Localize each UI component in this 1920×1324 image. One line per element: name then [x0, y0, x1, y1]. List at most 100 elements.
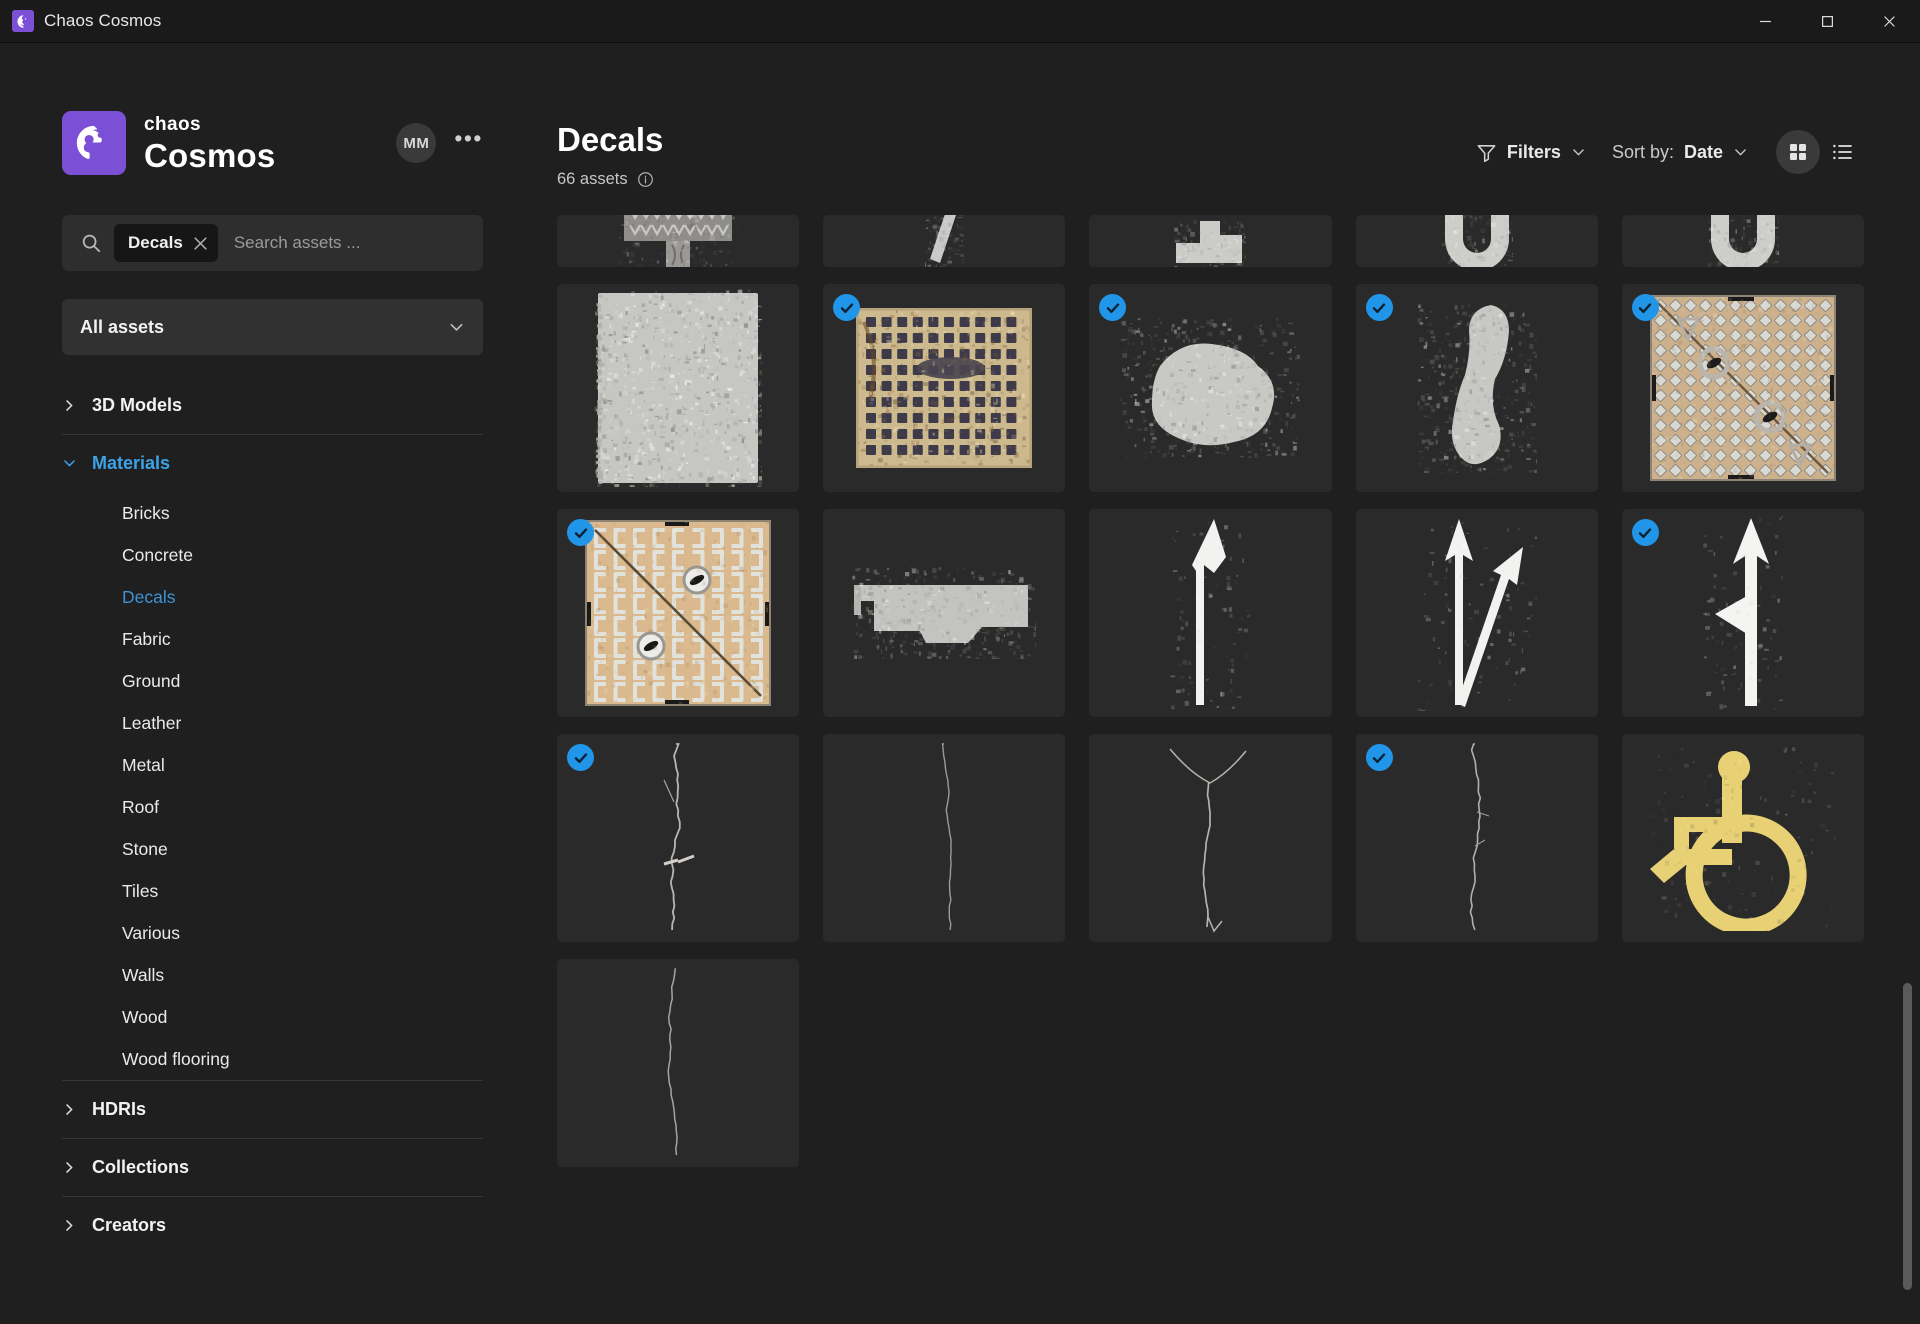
sidebar-item-various[interactable]: Various	[62, 912, 483, 954]
chevron-down-icon	[1571, 145, 1586, 160]
asset-card[interactable]	[557, 509, 799, 717]
selected-check-icon[interactable]	[1099, 294, 1126, 321]
sidebar-group-label: Collections	[92, 1157, 189, 1178]
scrollbar[interactable]	[1903, 215, 1912, 1312]
asset-grid-scroll[interactable]	[545, 43, 1920, 1324]
window-title: Chaos Cosmos	[44, 11, 161, 31]
asset-card[interactable]	[823, 509, 1065, 717]
info-icon[interactable]	[637, 171, 654, 188]
grid-view-button[interactable]	[1776, 130, 1820, 174]
chevron-right-icon	[62, 1160, 77, 1175]
sidebar-group-label: Creators	[92, 1215, 166, 1236]
asset-card[interactable]	[1622, 215, 1864, 267]
asset-card[interactable]	[1622, 509, 1864, 717]
sidebar: chaos Cosmos MM ••• Decals All assets	[0, 43, 545, 1324]
sidebar-item-tiles[interactable]: Tiles	[62, 870, 483, 912]
chevron-right-icon	[62, 398, 77, 413]
sidebar-item-walls[interactable]: Walls	[62, 954, 483, 996]
filters-button[interactable]: Filters	[1476, 142, 1586, 163]
chevron-right-icon	[62, 1218, 77, 1233]
filter-icon	[1476, 142, 1497, 163]
asset-scope-dropdown[interactable]: All assets	[62, 299, 483, 355]
selected-check-icon[interactable]	[1366, 744, 1393, 771]
selected-check-icon[interactable]	[567, 744, 594, 771]
brand-text: chaos Cosmos	[144, 115, 275, 172]
selected-check-icon[interactable]	[1632, 294, 1659, 321]
asset-card[interactable]	[557, 959, 799, 1167]
sidebar-group-label: Materials	[92, 453, 170, 474]
sidebar-item-concrete[interactable]: Concrete	[62, 534, 483, 576]
main-content: Decals 66 assets Filters	[545, 43, 1920, 1324]
search-bar[interactable]: Decals	[62, 215, 483, 271]
page-heading: Decals 66 assets	[557, 123, 663, 189]
asset-card[interactable]	[1089, 215, 1331, 267]
asset-card[interactable]	[823, 734, 1065, 942]
asset-card[interactable]	[1356, 284, 1598, 492]
sidebar-item-roof[interactable]: Roof	[62, 786, 483, 828]
brand-actions: MM •••	[396, 123, 483, 163]
scrollbar-thumb[interactable]	[1903, 983, 1912, 1290]
sidebar-item-stone[interactable]: Stone	[62, 828, 483, 870]
brand-header: chaos Cosmos MM •••	[62, 111, 483, 175]
sidebar-item-fabric[interactable]: Fabric	[62, 618, 483, 660]
sidebar-group-3d-models[interactable]: 3D Models	[62, 377, 483, 434]
asset-card[interactable]	[1356, 734, 1598, 942]
sidebar-item-metal[interactable]: Metal	[62, 744, 483, 786]
window-controls	[1734, 0, 1920, 42]
asset-card[interactable]	[1622, 734, 1864, 942]
filters-label: Filters	[1507, 142, 1561, 163]
chevron-right-icon	[62, 1102, 77, 1117]
asset-card[interactable]	[1356, 215, 1598, 267]
sidebar-nav: 3D Models Materials BricksConcreteDecalsFa…	[62, 377, 483, 1254]
asset-card[interactable]	[557, 215, 799, 267]
sidebar-group-collections[interactable]: Collections	[62, 1139, 483, 1196]
close-button[interactable]	[1858, 0, 1920, 42]
selected-check-icon[interactable]	[833, 294, 860, 321]
asset-card[interactable]	[1356, 509, 1598, 717]
search-input[interactable]	[234, 233, 469, 253]
asset-card[interactable]	[1622, 284, 1864, 492]
sidebar-item-bricks[interactable]: Bricks	[62, 492, 483, 534]
selected-check-icon[interactable]	[1366, 294, 1393, 321]
more-options-icon[interactable]: •••	[454, 134, 483, 152]
main-header: Decals 66 assets Filters	[545, 43, 1920, 215]
minimize-button[interactable]	[1734, 0, 1796, 42]
asset-card[interactable]	[1089, 284, 1331, 492]
content-toolbar: Filters Sort by: Date	[1476, 123, 1864, 174]
sidebar-group-creators[interactable]: Creators	[62, 1197, 483, 1254]
search-icon	[80, 232, 102, 254]
asset-count-row: 66 assets	[557, 170, 663, 189]
selected-check-icon[interactable]	[1632, 519, 1659, 546]
maximize-button[interactable]	[1796, 0, 1858, 42]
close-icon[interactable]	[193, 236, 208, 251]
asset-card[interactable]	[557, 734, 799, 942]
page-title: Decals	[557, 123, 663, 156]
asset-card[interactable]	[823, 215, 1065, 267]
sort-by-value: Date	[1684, 142, 1723, 163]
asset-grid	[557, 215, 1864, 1167]
sidebar-item-ground[interactable]: Ground	[62, 660, 483, 702]
search-filter-chip[interactable]: Decals	[114, 224, 218, 262]
list-view-button[interactable]	[1820, 130, 1864, 174]
sort-by-prefix: Sort by:	[1612, 142, 1674, 163]
asset-count: 66 assets	[557, 170, 628, 189]
selected-check-icon[interactable]	[567, 519, 594, 546]
search-chip-label: Decals	[128, 233, 183, 253]
asset-card[interactable]	[557, 284, 799, 492]
sidebar-group-hdris[interactable]: HDRIs	[62, 1081, 483, 1138]
sidebar-item-wood[interactable]: Wood	[62, 996, 483, 1038]
brand-subtitle: chaos	[144, 115, 275, 134]
asset-scope-label: All assets	[80, 317, 164, 338]
chevron-down-icon	[448, 319, 465, 336]
asset-card[interactable]	[823, 284, 1065, 492]
asset-card[interactable]	[1089, 734, 1331, 942]
sidebar-group-materials[interactable]: Materials	[62, 435, 483, 492]
avatar[interactable]: MM	[396, 123, 436, 163]
sort-by-button[interactable]: Sort by: Date	[1612, 142, 1748, 163]
sidebar-item-leather[interactable]: Leather	[62, 702, 483, 744]
sidebar-item-decals[interactable]: Decals	[62, 576, 483, 618]
chaos-cosmos-icon	[12, 10, 34, 32]
sidebar-item-wood-flooring[interactable]: Wood flooring	[62, 1038, 483, 1080]
window-titlebar: Chaos Cosmos	[0, 0, 1920, 43]
asset-card[interactable]	[1089, 509, 1331, 717]
